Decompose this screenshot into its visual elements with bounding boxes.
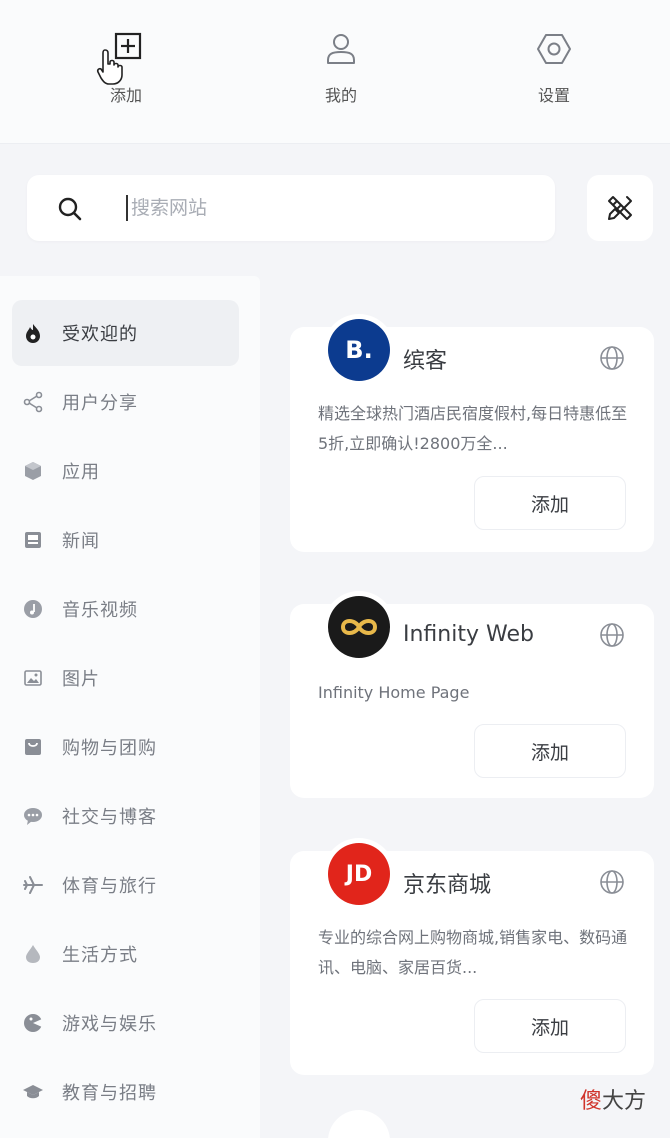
watermark-rest: 大方 — [602, 1089, 647, 1114]
sidebar-item-label: 受欢迎的 — [62, 324, 138, 345]
graduation-cap-icon — [23, 1085, 43, 1099]
top-nav: 添加 我的 设置 — [0, 0, 670, 144]
flame-icon — [26, 324, 40, 343]
sidebar-item-label: 教育与招聘 — [62, 1083, 157, 1104]
next-card-logo — [328, 1110, 390, 1138]
site-logo-text: JD — [345, 861, 373, 887]
sidebar-item-label: 购物与团购 — [62, 738, 157, 759]
site-title: 缤客 — [403, 349, 448, 374]
watermark-first-char: 傻 — [580, 1089, 603, 1114]
sidebar-item-label: 用户分享 — [62, 393, 138, 414]
site-title: Infinity Web — [403, 622, 534, 647]
shopping-icon — [25, 739, 41, 755]
site-logo-text: B. — [345, 336, 373, 364]
game-icon — [24, 1014, 42, 1032]
sidebar-item-music-video[interactable]: 音乐视频 — [12, 576, 239, 642]
tools-icon — [608, 196, 632, 220]
site-logo: B. — [328, 319, 390, 381]
site-logo: JD — [328, 843, 390, 905]
site-card: B. 缤客 精选全球热门酒店民宿度假村,每日特惠低至5折,立即确认!2800万全… — [290, 319, 654, 552]
category-sidebar: 受欢迎的 用户分享 应用 新闻 音乐视频 图片 购物与团购 社交与博客 体育与旅… — [0, 276, 260, 1138]
image-icon — [24, 670, 42, 686]
infinity-logo-icon — [340, 619, 378, 635]
site-logo — [328, 596, 390, 658]
sidebar-item-games[interactable]: 游戏与娱乐 — [12, 990, 239, 1056]
sidebar-item-sports-travel[interactable]: 体育与旅行 — [12, 852, 239, 918]
sidebar-item-lifestyle[interactable]: 生活方式 — [12, 921, 239, 987]
sidebar-item-education[interactable]: 教育与招聘 — [12, 1059, 239, 1125]
music-icon — [24, 600, 42, 618]
plane-icon — [23, 876, 43, 894]
globe-icon[interactable] — [599, 345, 625, 371]
nav-mine[interactable]: 我的 — [281, 30, 401, 110]
site-card: JD 京东商城 专业的综合网上购物商城,销售家电、数码通讯、电脑、家居百货...… — [290, 843, 654, 1075]
text-caret — [126, 195, 128, 221]
sidebar-item-label: 生活方式 — [62, 945, 138, 966]
nav-add[interactable]: 添加 — [66, 30, 186, 110]
site-title: 京东商城 — [403, 873, 492, 898]
news-icon — [25, 532, 41, 548]
add-button[interactable]: 添加 — [474, 999, 626, 1053]
globe-icon[interactable] — [599, 622, 625, 648]
sidebar-item-user-share[interactable]: 用户分享 — [12, 369, 239, 435]
user-icon — [327, 34, 355, 64]
sidebar-item-label: 应用 — [62, 462, 100, 483]
site-description: Infinity Home Page — [318, 683, 470, 702]
search-icon — [58, 197, 82, 221]
nav-settings[interactable]: 设置 — [494, 30, 614, 110]
sidebar-item-label: 新闻 — [62, 531, 100, 552]
tools-button[interactable] — [587, 175, 653, 241]
hexagon-settings-icon — [537, 34, 571, 64]
sidebar-item-popular[interactable]: 受欢迎的 — [12, 300, 239, 366]
chat-icon — [24, 808, 42, 825]
sidebar-item-news[interactable]: 新闻 — [12, 507, 239, 573]
nav-mine-label: 我的 — [324, 86, 357, 105]
nav-settings-label: 设置 — [537, 86, 570, 105]
add-button[interactable]: 添加 — [474, 476, 626, 530]
drop-icon — [26, 945, 40, 963]
sidebar-item-shopping[interactable]: 购物与团购 — [12, 714, 239, 780]
site-description: 专业的综合网上购物商城,销售家电、数码通讯、电脑、家居百货... — [318, 928, 628, 977]
watermark: 傻大方 — [580, 1083, 646, 1115]
sidebar-item-apps[interactable]: 应用 — [12, 438, 239, 504]
sidebar-item-label: 图片 — [62, 669, 100, 690]
site-card: Infinity Web Infinity Home Page 添加 — [290, 596, 654, 798]
cube-icon — [25, 462, 41, 480]
sidebar-item-label: 游戏与娱乐 — [62, 1014, 157, 1035]
globe-icon[interactable] — [599, 869, 625, 895]
sidebar-item-label: 音乐视频 — [62, 600, 138, 621]
sidebar-item-label: 体育与旅行 — [62, 876, 157, 897]
share-icon — [23, 391, 43, 413]
search-input[interactable] — [131, 189, 531, 227]
add-button[interactable]: 添加 — [474, 724, 626, 778]
site-description: 精选全球热门酒店民宿度假村,每日特惠低至5折,立即确认!2800万全... — [318, 404, 628, 453]
sidebar-item-social[interactable]: 社交与博客 — [12, 783, 239, 849]
hand-cursor-icon — [96, 49, 123, 85]
search-box — [27, 175, 555, 241]
sidebar-item-images[interactable]: 图片 — [12, 645, 239, 711]
sidebar-item-label: 社交与博客 — [62, 807, 157, 828]
